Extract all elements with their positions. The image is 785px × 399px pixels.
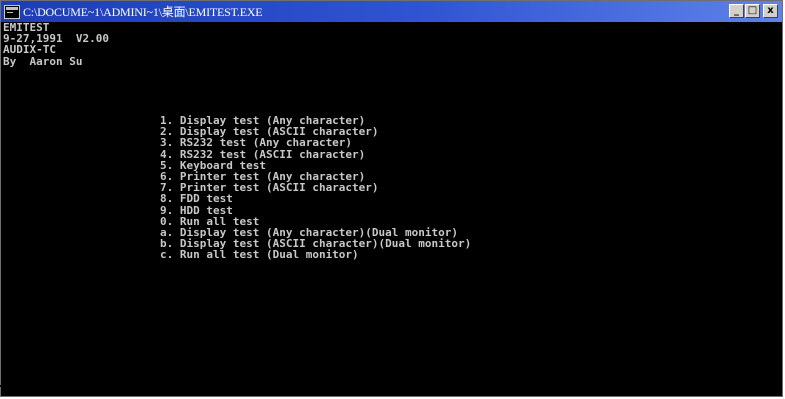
- console-output[interactable]: EMITEST 9-27,1991 V2.00 AUDIX-TC By Aaro…: [3, 22, 780, 394]
- maximize-button[interactable]: □: [745, 4, 760, 18]
- header-line-version: 9-27,1991 V2.00: [3, 32, 109, 46]
- header-line-company: AUDIX-TC: [3, 43, 56, 57]
- title-bar[interactable]: C:\DOCUME~1\ADMINI~1\桌面\EMITEST.EXE _ □ …: [1, 1, 782, 22]
- menu-item-9: 9. HDD test: [160, 203, 233, 217]
- window-controls: _ □ x: [729, 4, 778, 18]
- test-menu: 1. Display test (Any character) 2. Displ…: [160, 115, 471, 262]
- close-button[interactable]: x: [763, 4, 778, 18]
- window-title: C:\DOCUME~1\ADMINI~1\桌面\EMITEST.EXE: [23, 5, 263, 19]
- menu-item-8: 8. FDD test: [160, 192, 233, 206]
- edge-mark: [0, 385, 8, 387]
- console-window-icon[interactable]: [4, 4, 20, 19]
- header-line-program: EMITEST: [3, 22, 50, 34]
- console-window: C:\DOCUME~1\ADMINI~1\桌面\EMITEST.EXE _ □ …: [0, 0, 783, 397]
- menu-item-3: 3. RS232 test (Any character): [160, 136, 353, 150]
- menu-item-c: c. Run all test (Dual monitor): [160, 248, 359, 262]
- header-line-author: By Aaron Su: [3, 54, 83, 68]
- minimize-button[interactable]: _: [729, 4, 744, 18]
